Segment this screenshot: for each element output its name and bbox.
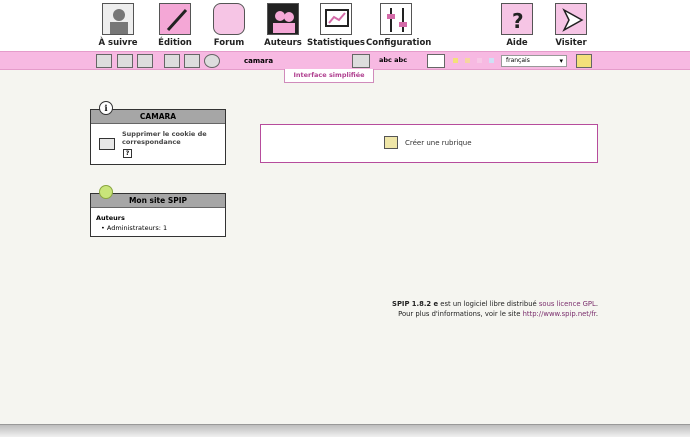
green-dot-icon (99, 185, 113, 199)
nav-label: Aide (506, 38, 528, 48)
nav-label: Édition (158, 38, 192, 48)
top-navigation: À suivre Édition Forum Auteurs Statistiq… (0, 0, 690, 51)
nav-visiter[interactable]: Visiter (541, 3, 601, 48)
color-yellow-icon[interactable] (453, 58, 458, 63)
pen-icon (159, 3, 191, 35)
footer-text: est un logiciel libre distribué (438, 300, 539, 308)
create-rubrique-link[interactable]: Créer une rubrique (405, 139, 472, 147)
color-blue-icon[interactable] (489, 58, 494, 63)
secondary-toolbar: camara abc abc français ▾ (0, 51, 690, 70)
camara-box: i CAMARA Supprimer le cookie de correspo… (90, 101, 226, 165)
window-bottom-edge (0, 424, 690, 437)
language-select[interactable]: français ▾ (501, 55, 567, 67)
tree-icon[interactable] (96, 54, 112, 68)
nav-label: Forum (213, 38, 245, 48)
mail-icon[interactable] (184, 54, 200, 68)
language-value: français (506, 57, 530, 64)
nav-auteurs[interactable]: Auteurs (253, 3, 313, 48)
product-version: SPIP 1.8.2 e (392, 300, 439, 308)
people-icon (267, 3, 299, 35)
delete-cookie-link[interactable]: Supprimer le cookie de correspondance (122, 130, 222, 146)
nav-statistiques[interactable]: Statistiques (306, 3, 366, 48)
layout-toggle-icon[interactable] (576, 54, 592, 68)
font-size-icon[interactable]: abc abc (379, 56, 407, 64)
screen-icon[interactable] (427, 54, 445, 68)
nav-label: Statistiques (307, 38, 365, 48)
site-subtitle: Auteurs (96, 214, 125, 222)
nav-configuration[interactable]: Configuration (366, 3, 432, 48)
help-icon[interactable]: ? (123, 149, 132, 158)
footer-text: . (595, 310, 598, 318)
cookie-icon (99, 138, 115, 150)
nav-aide[interactable]: ? Aide (487, 3, 547, 48)
list-item: • Administrateurs: 1 (101, 224, 168, 232)
nav-label: Configuration (366, 38, 432, 48)
color-pink-icon[interactable] (477, 58, 482, 63)
person-icon (102, 3, 134, 35)
spip-site-link[interactable]: http://www.spip.net/fr (523, 310, 596, 318)
nav-label: À suivre (98, 38, 138, 48)
monitor-chart-icon (320, 3, 352, 35)
footer-text: Pour plus d'informations, voir le site (398, 310, 523, 318)
create-rubrique-box[interactable]: Créer une rubrique (260, 124, 598, 163)
speech-bubble-icon (213, 3, 245, 35)
display-mode-icon[interactable] (352, 54, 370, 68)
question-icon: ? (501, 3, 533, 35)
nav-a-suivre[interactable]: À suivre (88, 3, 148, 48)
messages-icon[interactable] (164, 54, 180, 68)
arrow-icon (555, 3, 587, 35)
license-link[interactable]: sous licence GPL (539, 300, 596, 308)
chevron-down-icon: ▾ (559, 57, 563, 65)
nav-edition[interactable]: Édition (145, 3, 205, 48)
svg-text:?: ? (512, 9, 524, 33)
folder-add-icon (384, 136, 398, 149)
sliders-icon (380, 3, 412, 35)
footer-text: . (595, 300, 598, 308)
interface-simplifiee-tab[interactable]: Interface simplifiée (284, 69, 374, 83)
footer: SPIP 1.8.2 e est un logiciel libre distr… (300, 299, 598, 319)
nav-label: Visiter (555, 38, 587, 48)
username: camara (244, 57, 274, 65)
site-box: Mon site SPIP Auteurs • Administrateurs:… (90, 185, 226, 237)
list-item-text: Administrateurs: 1 (106, 224, 168, 232)
nav-label: Auteurs (264, 38, 302, 48)
search-icon[interactable] (137, 54, 153, 68)
eye-icon[interactable] (204, 54, 220, 68)
pointer-icon[interactable] (117, 54, 133, 68)
color-orange-icon[interactable] (465, 58, 470, 63)
nav-forum[interactable]: Forum (199, 3, 259, 48)
info-icon: i (99, 101, 113, 115)
